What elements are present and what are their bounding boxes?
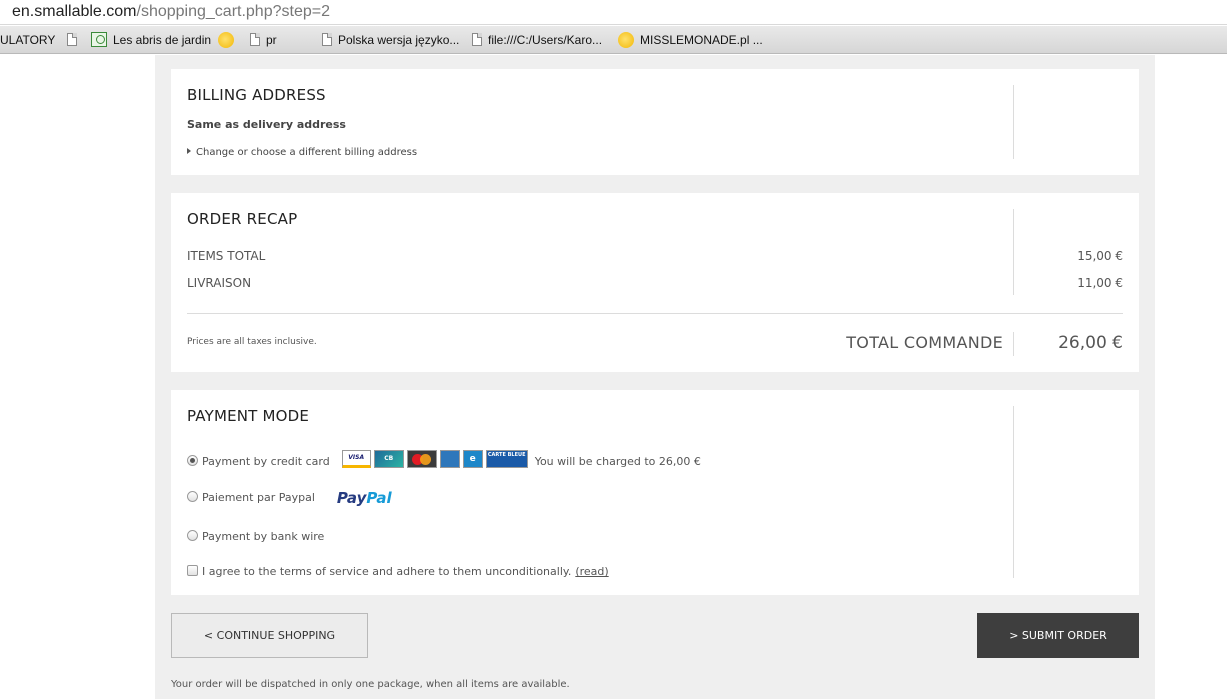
column-divider [1013, 406, 1014, 578]
payment-mode-panel: PAYMENT MODE Payment by credit card VISA C… [171, 390, 1139, 595]
url-text[interactable]: en.smallable.com/shopping_cart.php?step=… [12, 3, 330, 21]
hand-icon [618, 31, 634, 48]
page-icon [322, 33, 332, 47]
terms-text: I agree to the terms of service and adhe… [202, 565, 572, 578]
taxes-note: Prices are all taxes inclusive. [187, 337, 317, 347]
terms-agreement[interactable]: I agree to the terms of service and adhe… [187, 564, 609, 580]
paypal-logo-pal: Pal [366, 489, 392, 507]
bookmark-label: pr [266, 33, 277, 47]
change-billing-label: Change or choose a different billing add… [196, 147, 418, 158]
billing-title: BILLING ADDRESS [187, 86, 326, 104]
cb-logo: CB [373, 450, 404, 468]
bookmark-label: Les abris de jardin [113, 33, 212, 47]
tree-icon [91, 32, 107, 48]
bookmark-polska[interactable]: Polska wersja językо... [322, 32, 459, 48]
mastercard-logo [406, 450, 437, 468]
billing-same-as-delivery: Same as delivery address [187, 118, 346, 131]
address-bar[interactable]: en.smallable.com/shopping_cart.php?step=… [0, 0, 1227, 25]
charge-note: You will be charged to 26,00 € [534, 455, 701, 468]
visa-logo: VISA [341, 450, 371, 468]
bookmark-file[interactable]: file:///C:/Users/Karo... [472, 32, 602, 48]
card-logos: VISA CB e CARTE BLEUE [341, 450, 531, 473]
change-billing-link[interactable]: Change or choose a different billing add… [187, 147, 417, 158]
column-divider [1013, 332, 1014, 356]
payment-title: PAYMENT MODE [187, 407, 310, 425]
paypal-logo: PayPal [337, 490, 392, 506]
triangle-right-icon [187, 148, 191, 154]
recap-line-label: ITEMS TOTAL [187, 249, 266, 263]
payment-option-credit-card[interactable]: Payment by credit card VISA CB e CARTE BLEUE… [187, 450, 701, 468]
payment-option-bank-wire[interactable]: Payment by bank wire [187, 529, 324, 545]
recap-divider [187, 313, 1123, 314]
billing-address-panel: BILLING ADDRESS Same as delivery address… [171, 69, 1139, 175]
url-path: /shopping_cart.php?step=2 [136, 3, 330, 20]
hand-icon [218, 31, 234, 48]
bookmarks-bar: ULATORY Les abris de jardin pr Polska we… [0, 26, 1227, 54]
credit-card-label: Payment by credit card [202, 455, 330, 468]
bookmark-label: ULATORY [0, 33, 56, 47]
bookmark-pr[interactable]: pr [250, 32, 277, 48]
total-label: TOTAL COMMANDE [846, 333, 1003, 352]
credit-card-radio[interactable] [187, 455, 198, 466]
recap-title: ORDER RECAP [187, 210, 298, 228]
bookmark-label: Polska wersja językо... [338, 33, 460, 47]
e-carte-bleue-logo: e [462, 450, 483, 468]
recap-line-value: 15,00 € [1077, 249, 1123, 263]
paypal-label: Paiement par Paypal [202, 491, 315, 504]
recap-line-label: LIVRAISON [187, 276, 252, 290]
bookmark-page[interactable] [67, 32, 83, 48]
bookmark-hand[interactable] [218, 31, 240, 48]
checkout-page: BILLING ADDRESS Same as delivery address… [155, 55, 1155, 699]
column-divider [1013, 209, 1014, 295]
terms-read-link[interactable]: (read) [575, 565, 608, 578]
bookmark-label: MISSLEMONADE.pl ... [640, 33, 763, 47]
carte-bleue-logo: CARTE BLEUE [485, 450, 528, 468]
bank-wire-radio[interactable] [187, 530, 198, 541]
payment-option-paypal[interactable]: Paiement par Paypal PayPal [187, 490, 392, 506]
page-icon [472, 33, 482, 47]
order-recap-panel: ORDER RECAP ITEMS TOTAL 15,00 € LIVRAISO… [171, 193, 1139, 372]
total-value: 26,00 € [1058, 333, 1123, 353]
terms-checkbox[interactable] [187, 565, 198, 576]
page-icon [250, 33, 260, 47]
bookmark-label: file:///C:/Users/Karo... [488, 33, 603, 47]
paypal-radio[interactable] [187, 491, 198, 502]
bookmark-abris[interactable]: Les abris de jardin [91, 32, 211, 48]
bookmark-misslemonade[interactable]: MISSLEMONADE.pl ... [618, 31, 763, 48]
bookmark-ulatory[interactable]: ULATORY [0, 32, 55, 48]
dispatch-note: Your order will be dispatched in only on… [171, 679, 570, 690]
bank-wire-label: Payment by bank wire [202, 530, 325, 543]
amex-logo [439, 450, 460, 468]
page-icon [67, 33, 77, 47]
continue-shopping-button[interactable]: < CONTINUE SHOPPING [171, 613, 368, 658]
column-divider [1013, 85, 1014, 159]
recap-line-value: 11,00 € [1077, 276, 1123, 290]
url-host: en.smallable.com [12, 3, 137, 20]
submit-order-button[interactable]: > SUBMIT ORDER [977, 613, 1139, 658]
paypal-logo-pay: Pay [336, 489, 367, 507]
